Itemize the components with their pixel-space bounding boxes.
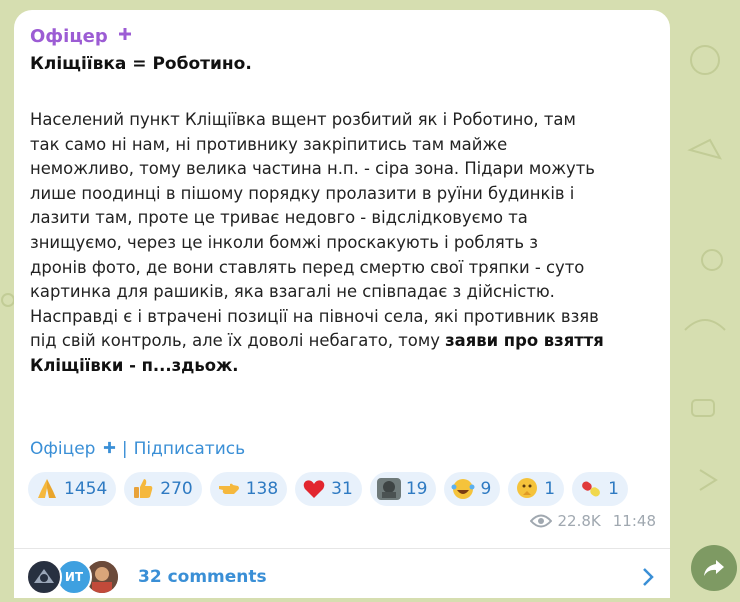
reaction-count: 9 <box>480 479 492 499</box>
signature-channel-link[interactable]: Офіцер <box>30 439 116 459</box>
comments-button[interactable]: ИТ 32 comments <box>26 552 660 602</box>
reaction-pray[interactable]: 1454 <box>28 472 117 506</box>
reaction-count: 31 <box>331 479 353 499</box>
message-meta: 22.8K 11:48 <box>529 512 656 530</box>
body-line: знищуємо, через це інколи бомжі проскаку… <box>30 232 538 252</box>
signature: Офіцер | Підписатись <box>30 439 245 459</box>
author-header[interactable]: Офіцер <box>30 26 132 47</box>
body-line: Насправді є і втрачені позиції на півноч… <box>30 306 599 326</box>
plus-icon <box>103 441 115 454</box>
custom-sticker-icon <box>376 478 401 500</box>
body-line: картинка для рашиків, яка взагалі не спі… <box>30 282 555 302</box>
body-line: неможливо, тому велика частина н.п. - сі… <box>30 159 595 179</box>
body-line: лазити там, проте це триває недовго - ві… <box>30 208 528 228</box>
eye-icon <box>529 514 552 528</box>
bold-text: Кліщіївки - п...здьож. <box>30 355 239 375</box>
reaction-count: 19 <box>405 479 428 499</box>
reaction-count: 1 <box>544 479 556 499</box>
reactions-bar: 1454 270 138 31 19 9 1 1 <box>28 472 628 506</box>
pill-icon <box>582 481 601 497</box>
reaction-heart[interactable]: 31 <box>295 472 362 506</box>
view-count: 22.8K <box>557 512 601 530</box>
pray-icon <box>38 479 56 498</box>
thumbs-up-icon <box>134 479 153 498</box>
plus-icon <box>119 28 132 40</box>
signature-channel-name[interactable]: Офіцер <box>30 439 95 459</box>
rofl-icon <box>451 479 475 499</box>
reaction-pill[interactable]: 1 <box>572 472 628 506</box>
subscribe-link[interactable]: Підписатись <box>134 439 246 459</box>
body-line-text: під свій контроль, але їх доволі небагат… <box>30 331 446 351</box>
avatar-initials: ИТ <box>64 570 84 584</box>
post-body: Населений пункт Кліщіївка вщент розбитий… <box>30 108 656 379</box>
body-line: під свій контроль, але їх доволі небагат… <box>30 329 656 354</box>
reaction-count: 270 <box>160 479 193 499</box>
comments-count-label[interactable]: 32 comments <box>138 567 267 587</box>
author-name[interactable]: Офіцер <box>30 26 108 47</box>
chevron-right-icon <box>643 568 654 586</box>
reaction-thumbs-up[interactable]: 270 <box>124 472 202 506</box>
commenter-avatars: ИТ <box>26 557 126 597</box>
bold-text: заяви про взяття <box>445 331 604 351</box>
pointing-hand-icon <box>218 483 239 494</box>
reaction-rofl[interactable]: 9 <box>444 472 501 506</box>
body-line: так само ні нам, ні противнику закріпити… <box>30 134 508 154</box>
thinking-icon <box>517 478 538 498</box>
avatar <box>26 559 62 595</box>
heart-icon <box>303 480 325 498</box>
reaction-count: 138 <box>245 479 279 499</box>
message-bubble: Офіцер Кліщіївка = Роботино. Населений п… <box>14 10 670 598</box>
reaction-count: 1454 <box>64 479 108 499</box>
post-title: Кліщіївка = Роботино. <box>30 54 252 74</box>
avatar-image-icon <box>29 562 59 592</box>
body-line: Кліщіївки - п...здьож. <box>30 354 656 379</box>
reaction-count: 1 <box>608 479 619 499</box>
reaction-pointing-hand[interactable]: 138 <box>209 472 288 506</box>
body-line: лише поодинці в пішому порядку пролазити… <box>30 183 575 203</box>
message-time: 11:48 <box>612 512 656 530</box>
body-line: дронів фото, де вони ставлять перед смер… <box>30 257 585 277</box>
share-button[interactable] <box>691 545 737 591</box>
reaction-thinking[interactable]: 1 <box>508 472 565 506</box>
share-arrow-icon <box>704 560 724 576</box>
divider <box>14 548 670 549</box>
body-line: Населений пункт Кліщіївка вщент розбитий… <box>30 110 576 129</box>
signature-separator: | <box>121 439 128 459</box>
reaction-custom-sticker[interactable]: 19 <box>369 472 437 506</box>
